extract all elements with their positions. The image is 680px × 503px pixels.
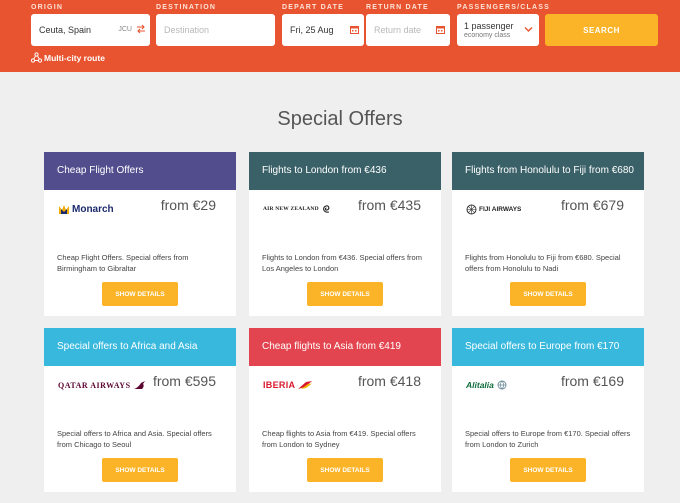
show-details-button[interactable]: SHOW DETAILS	[307, 282, 383, 306]
iberia-wing-icon	[298, 381, 313, 389]
offer-description: Flights from Honolulu to Fiji from €680.…	[465, 253, 621, 274]
offer-price: from €435	[357, 197, 421, 213]
airline-name: QATAR AIRWAYS	[58, 380, 131, 390]
offer-price: from €679	[560, 197, 624, 213]
passenger-count: 1 passenger	[464, 21, 514, 31]
airline-name: FIJI AIRWAYS	[479, 205, 522, 213]
return-date-placeholder: Return date	[374, 25, 422, 35]
airline-logo-air-new-zealand: AIR NEW ZEALAND	[263, 202, 331, 216]
depart-date-field[interactable]: Fri, 25 Aug	[282, 14, 364, 46]
show-details-button[interactable]: SHOW DETAILS	[510, 282, 586, 306]
origin-code: JCU	[118, 26, 132, 33]
offer-price: from €595	[152, 373, 216, 389]
offer-price: from €418	[357, 373, 421, 389]
offer-title[interactable]: Special offers to Africa and Asia	[44, 328, 236, 366]
offer-description: Special offers to Africa and Asia. Speci…	[57, 429, 212, 450]
show-details-button[interactable]: SHOW DETAILS	[510, 458, 586, 482]
depart-label: DEPART DATE	[282, 4, 344, 11]
offer-card: Cheap Flight Offers Monarch from €29 Che…	[44, 152, 236, 316]
airline-logo-iberia: IBERIA	[263, 378, 313, 392]
show-details-button[interactable]: SHOW DETAILS	[102, 458, 178, 482]
offer-card: Cheap flights to Asia from €419 IBERIA f…	[249, 328, 441, 492]
multi-city-link[interactable]: Multi-city route	[31, 52, 105, 63]
return-label: RETURN DATE	[366, 4, 429, 11]
search-bar: ORIGIN Ceuta, Spain JCU DESTINATION Dest…	[0, 0, 680, 72]
offer-description: Flights to London from €436. Special off…	[262, 253, 422, 274]
show-details-button[interactable]: SHOW DETAILS	[102, 282, 178, 306]
show-details-button[interactable]: SHOW DETAILS	[307, 458, 383, 482]
page-title: Special Offers	[277, 108, 403, 130]
offer-price: from €29	[160, 197, 216, 213]
offer-card: Special offers to Europe from €170 Alita…	[452, 328, 644, 492]
multi-city-label: Multi-city route	[44, 52, 105, 63]
return-date-field[interactable]: Return date	[366, 14, 450, 46]
airline-logo-alitalia: Alitalia	[466, 378, 507, 392]
destination-label: DESTINATION	[156, 4, 217, 11]
search-button[interactable]: SEARCH	[545, 14, 658, 46]
depart-date-value: Fri, 25 Aug	[290, 25, 334, 35]
koru-icon	[322, 205, 330, 213]
route-icon	[31, 52, 42, 63]
offer-description: Special offers to Europe from €170. Spec…	[465, 429, 631, 450]
oryx-icon	[133, 380, 145, 389]
airline-name: Alitalia	[466, 380, 494, 390]
destination-field[interactable]: Destination	[156, 14, 275, 46]
airline-name: IBERIA	[263, 380, 296, 390]
offer-description: Cheap Flight Offers. Special offers from…	[57, 253, 189, 274]
airline-name: AIR NEW ZEALAND	[263, 206, 319, 212]
offer-card: Special offers to Africa and Asia QATAR …	[44, 328, 236, 492]
monarch-crown-icon	[59, 204, 69, 214]
origin-field[interactable]: Ceuta, Spain JCU	[31, 14, 150, 46]
origin-label: ORIGIN	[31, 4, 64, 11]
fiji-emblem-icon	[466, 204, 477, 214]
passenger-class: economy class	[464, 32, 511, 39]
airline-name: Monarch	[72, 203, 114, 215]
airline-logo-fiji: FIJI AIRWAYS	[466, 202, 521, 216]
airline-logo-monarch: Monarch	[58, 202, 114, 216]
calendar-icon	[436, 26, 445, 34]
airline-logo-qatar: QATAR AIRWAYS	[58, 378, 147, 392]
offer-title[interactable]: Cheap flights to Asia from €419	[249, 328, 441, 366]
chevron-down-icon	[524, 27, 533, 32]
destination-placeholder: Destination	[164, 25, 210, 35]
passengers-label: PASSENGERS/CLASS	[457, 4, 550, 11]
offer-title[interactable]: Special offers to Europe from €170	[452, 328, 644, 366]
passengers-select[interactable]: 1 passenger economy class	[457, 14, 539, 46]
offer-title[interactable]: Flights from Honolulu to Fiji from €680	[452, 152, 644, 190]
calendar-icon	[350, 26, 359, 34]
offer-card: Flights to London from €436 AIR NEW ZEAL…	[249, 152, 441, 316]
origin-value: Ceuta, Spain	[39, 25, 92, 35]
offer-description: Cheap flights to Asia from €419. Special…	[262, 429, 416, 450]
offer-title[interactable]: Flights to London from €436	[249, 152, 441, 190]
alitalia-globe-icon	[497, 380, 507, 390]
offer-price: from €169	[560, 373, 624, 389]
swap-icon[interactable]	[136, 24, 146, 34]
offer-title[interactable]: Cheap Flight Offers	[44, 152, 236, 190]
offer-card: Flights from Honolulu to Fiji from €680 …	[452, 152, 644, 316]
